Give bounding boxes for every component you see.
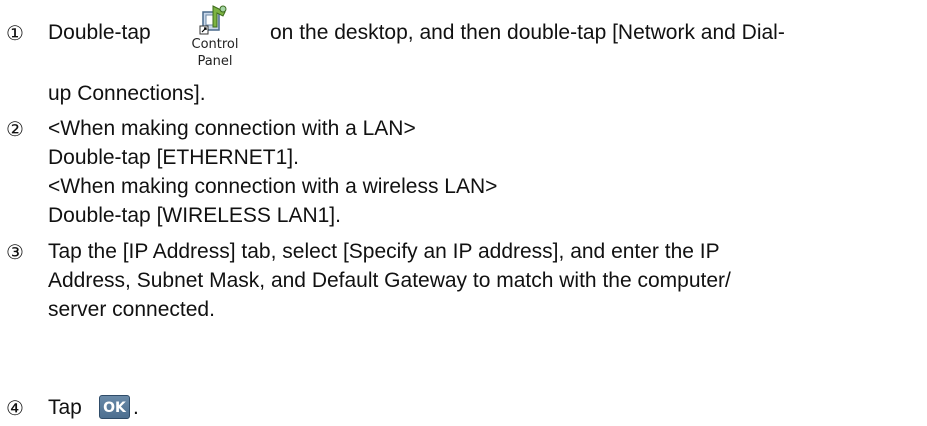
control-panel-caption: Control Panel	[183, 36, 247, 70]
step-3-line-2: Address, Subnet Mask, and Default Gatewa…	[48, 269, 731, 292]
step-3-line-1: Tap the [IP Address] tab, select [Specif…	[48, 240, 720, 263]
step-2-line-1: <When making connection with a LAN>	[48, 117, 416, 140]
step-4-text-after: .	[133, 396, 139, 419]
step-3-marker: ③	[6, 240, 24, 264]
step-4-text-after-wrap: .	[133, 395, 139, 421]
step-2-line-4: Double-tap [WIRELESS LAN1].	[48, 204, 341, 227]
step-1-text-after: on the desktop, and then double-tap [Net…	[270, 21, 785, 44]
step-1-text-before: Double-tap	[48, 21, 151, 44]
ok-button[interactable]: OK	[99, 395, 130, 419]
step-1-marker: ①	[6, 21, 24, 45]
control-panel-icon-graphic	[199, 5, 227, 35]
control-panel-caption-line2: Panel	[197, 54, 233, 69]
control-panel-caption-line1: Control	[191, 37, 239, 52]
control-panel-icon[interactable]: Control Panel	[183, 3, 247, 77]
step-2-line-2: Double-tap [ETHERNET1].	[48, 146, 299, 169]
step-1-text-after-wrap: on the desktop, and then double-tap [Net…	[270, 20, 785, 46]
step-2-line-3: <When making connection with a wireless …	[48, 175, 498, 198]
step-2-marker: ②	[6, 117, 24, 141]
step-1-text-line-2: up Connections].	[48, 82, 206, 105]
step-3-line-3: server connected.	[48, 298, 215, 321]
step-4-text-before: Tap	[48, 396, 82, 419]
step-4-marker: ④	[6, 396, 24, 420]
instruction-page: ① Double-tap Control Panel on the deskto…	[0, 0, 927, 426]
